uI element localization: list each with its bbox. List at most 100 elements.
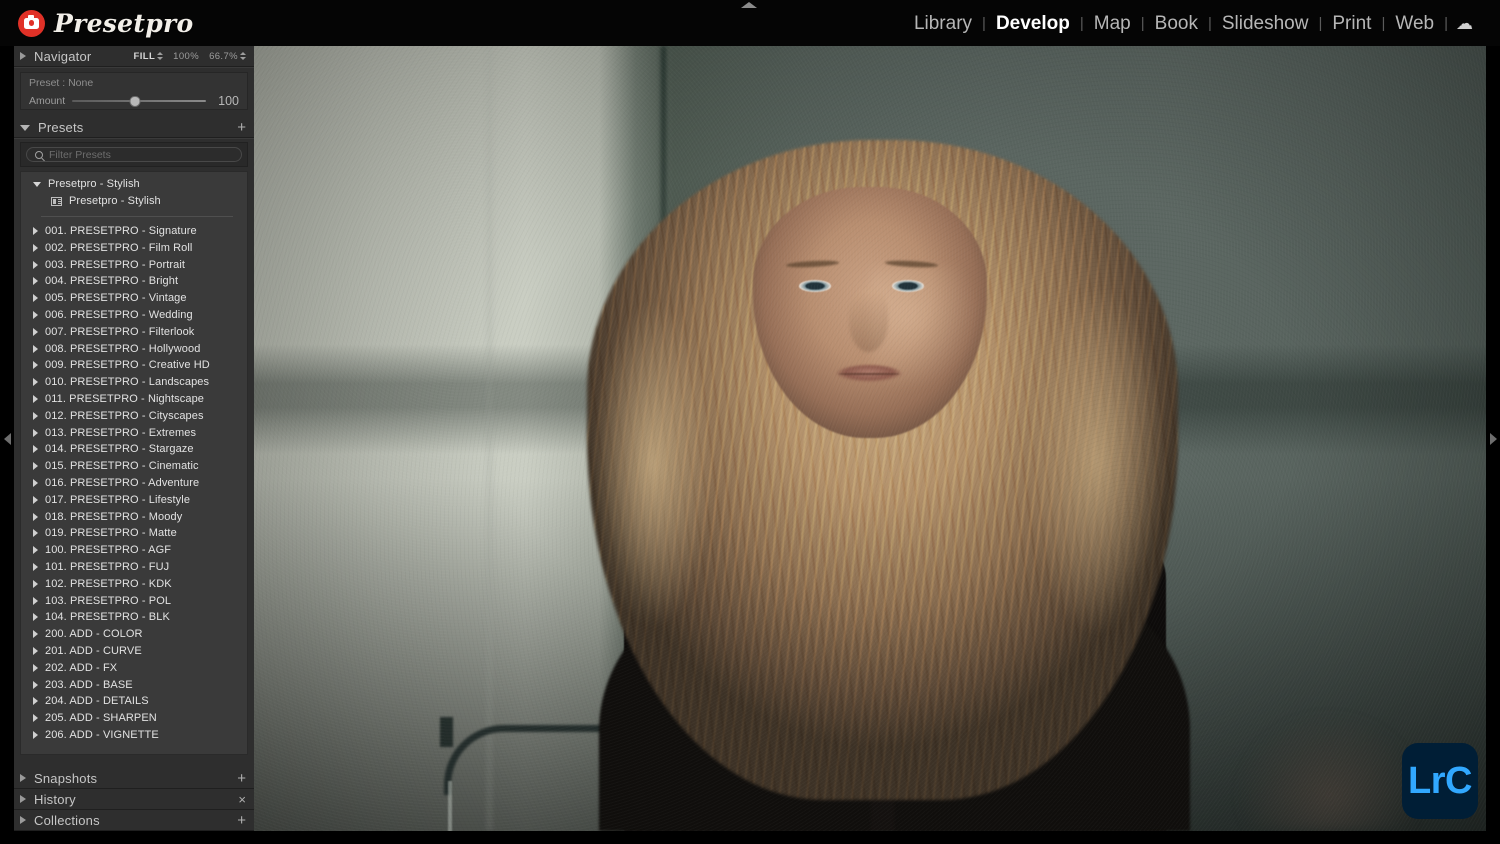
preset-folder-label: 200. ADD - COLOR — [45, 628, 143, 641]
plus-icon[interactable]: + — [237, 771, 246, 786]
preset-folder[interactable]: 204. ADD - DETAILS — [21, 693, 247, 710]
panel-header-snapshots[interactable]: Snapshots + — [14, 768, 254, 789]
top-panel-toggle[interactable] — [741, 0, 757, 8]
preset-folder[interactable]: 003. PRESETPRO - Portrait — [21, 256, 247, 273]
preset-folder[interactable]: 004. PRESETPRO - Bright — [21, 273, 247, 290]
module-print[interactable]: Print — [1323, 14, 1380, 33]
preset-folder-label: 018. PRESETPRO - Moody — [45, 510, 183, 523]
left-panel-toggle[interactable] — [0, 46, 14, 831]
zoom-custom-button[interactable]: 66.7% — [209, 51, 246, 62]
preset-folder[interactable]: 104. PRESETPRO - BLK — [21, 609, 247, 626]
chevron-right-icon — [20, 52, 26, 60]
chevron-right-icon — [33, 495, 38, 504]
zoom-fill-button[interactable]: FILL — [134, 51, 164, 62]
preset-folder[interactable]: 103. PRESETPRO - POL — [21, 592, 247, 609]
preset-folder[interactable]: 200. ADD - COLOR — [21, 626, 247, 643]
zoom-100-button[interactable]: 100% — [173, 51, 199, 62]
preset-folder-label: 016. PRESETPRO - Adventure — [45, 476, 200, 489]
preset-folder[interactable]: 017. PRESETPRO - Lifestyle — [21, 491, 247, 508]
preset-folder[interactable]: 011. PRESETPRO - Nightscape — [21, 391, 247, 408]
module-library[interactable]: Library — [905, 14, 981, 33]
preset-folder[interactable]: 201. ADD - CURVE — [21, 643, 247, 660]
chevron-right-icon — [33, 294, 38, 303]
preset-folder-label: 001. PRESETPRO - Signature — [45, 224, 197, 237]
panel-header-collections[interactable]: Collections + — [14, 810, 254, 831]
preset-folder[interactable]: 206. ADD - VIGNETTE — [21, 727, 247, 744]
chevron-right-icon — [33, 697, 38, 706]
add-preset-button[interactable]: + — [237, 120, 246, 135]
zoom-fill-label: FILL — [133, 50, 156, 62]
module-book[interactable]: Book — [1146, 14, 1207, 33]
preset-filter-field[interactable] — [26, 147, 242, 162]
preset-item[interactable]: Presetpro - Stylish — [21, 193, 247, 210]
chevron-left-icon — [4, 432, 11, 445]
zoom-stepper-icon[interactable] — [240, 52, 246, 60]
preset-filter-wrap — [20, 142, 248, 167]
preset-folder[interactable]: 009. PRESETPRO - Creative HD — [21, 357, 247, 374]
preset-folder[interactable]: 005. PRESETPRO - Vintage — [21, 290, 247, 307]
right-panel-toggle[interactable] — [1486, 46, 1500, 831]
amount-slider[interactable] — [72, 96, 206, 107]
module-web[interactable]: Web — [1386, 14, 1443, 33]
preset-list[interactable]: Presetpro - Stylish Presetpro - Stylish 00… — [20, 171, 248, 755]
preset-folder[interactable]: 018. PRESETPRO - Moody — [21, 508, 247, 525]
preset-folder[interactable]: 008. PRESETPRO - Hollywood — [21, 340, 247, 357]
preset-item-label: Presetpro - Stylish — [69, 195, 161, 208]
preset-folder[interactable]: 006. PRESETPRO - Wedding — [21, 307, 247, 324]
preset-folder-label: 103. PRESETPRO - POL — [45, 594, 172, 607]
preset-folder[interactable]: 102. PRESETPRO - KDK — [21, 575, 247, 592]
navigator-panel-header[interactable]: Navigator FILL 100% 66.7% — [14, 46, 254, 67]
chevron-right-icon — [33, 730, 38, 739]
preset-folder[interactable]: 205. ADD - SHARPEN — [21, 710, 247, 727]
preset-folder-label: 008. PRESETPRO - Hollywood — [45, 342, 201, 355]
preset-folder[interactable]: 100. PRESETPRO - AGF — [21, 542, 247, 559]
preset-folder-label: 101. PRESETPRO - FUJ — [45, 560, 170, 573]
close-icon[interactable]: × — [238, 793, 246, 806]
preset-folder[interactable]: 202. ADD - FX — [21, 659, 247, 676]
camera-icon — [18, 9, 45, 37]
preset-folder-label: 201. ADD - CURVE — [45, 644, 142, 657]
preset-folder-label: 204. ADD - DETAILS — [45, 695, 149, 708]
module-map[interactable]: Map — [1085, 14, 1140, 33]
search-icon — [35, 150, 43, 159]
preset-folder-label: 102. PRESETPRO - KDK — [45, 577, 172, 590]
preset-folder[interactable]: 010. PRESETPRO - Landscapes — [21, 374, 247, 391]
preset-folder[interactable]: 001. PRESETPRO - Signature — [21, 223, 247, 240]
module-develop[interactable]: Develop — [987, 14, 1079, 33]
cloud-icon[interactable]: ☁ — [1449, 15, 1480, 32]
chevron-right-icon — [33, 596, 38, 605]
chevron-right-icon — [33, 478, 38, 487]
zoom-custom-label: 66.7% — [209, 50, 238, 62]
chevron-right-icon — [33, 344, 38, 353]
preset-folder[interactable]: 013. PRESETPRO - Extremes — [21, 424, 247, 441]
preset-folder-label: 202. ADD - FX — [45, 661, 118, 674]
fill-stepper-icon[interactable] — [157, 52, 164, 60]
panel-title: Snapshots — [34, 770, 98, 786]
preset-folder[interactable]: 007. PRESETPRO - Filterlook — [21, 323, 247, 340]
preset-folder[interactable]: 014. PRESETPRO - Stargaze — [21, 441, 247, 458]
preset-folder-label: 013. PRESETPRO - Extremes — [45, 426, 197, 439]
preset-folder[interactable]: 101. PRESETPRO - FUJ — [21, 559, 247, 576]
preset-folder[interactable]: 012. PRESETPRO - Cityscapes — [21, 407, 247, 424]
plus-icon[interactable]: + — [237, 813, 246, 828]
presets-panel-header[interactable]: Presets + — [14, 117, 254, 138]
chevron-right-icon — [33, 613, 38, 622]
image-viewer[interactable]: LrC — [254, 46, 1486, 831]
preset-folder[interactable]: 002. PRESETPRO - Film Roll — [21, 239, 247, 256]
module-slideshow[interactable]: Slideshow — [1213, 14, 1318, 33]
left-panel: Navigator FILL 100% 66.7% Preset : None … — [14, 46, 254, 831]
preset-amount-panel: Preset : None Amount 100 — [20, 72, 248, 110]
preset-folder[interactable]: 203. ADD - BASE — [21, 676, 247, 693]
amount-value[interactable]: 100 — [213, 94, 239, 108]
preset-folder[interactable]: 019. PRESETPRO - Matte — [21, 525, 247, 542]
preset-folder[interactable]: 015. PRESETPRO - Cinematic — [21, 458, 247, 475]
search-input[interactable] — [49, 148, 233, 161]
preset-folder[interactable]: 016. PRESETPRO - Adventure — [21, 475, 247, 492]
eye-left — [798, 279, 831, 292]
hair-wisp-left — [549, 281, 723, 737]
panel-header-history[interactable]: History × — [14, 789, 254, 810]
chevron-right-icon — [33, 714, 38, 723]
hair-wisp-right — [1017, 265, 1215, 753]
preset-group-expanded[interactable]: Presetpro - Stylish — [21, 176, 247, 193]
slider-handle[interactable] — [129, 96, 141, 107]
